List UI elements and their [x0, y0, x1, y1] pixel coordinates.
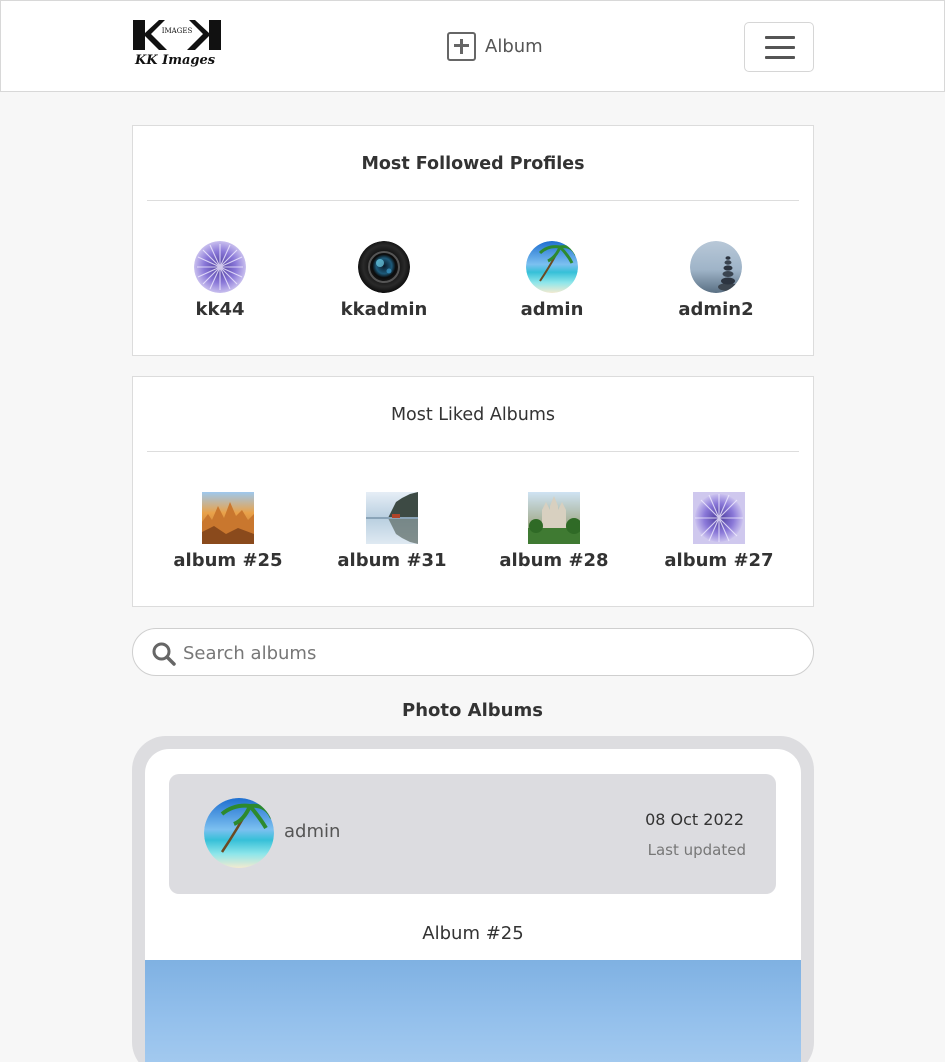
profile-name: admin: [520, 299, 584, 320]
album-name: album #27: [664, 550, 774, 571]
profile-item-kkadmin[interactable]: kkadmin: [314, 241, 454, 320]
avatar: [526, 241, 578, 293]
hamburger-menu-icon: [765, 36, 795, 39]
photo-albums-title: Photo Albums: [402, 700, 543, 721]
last-updated-label: Last updated: [647, 841, 746, 859]
navbar: IMAGES KK Images Album: [0, 0, 945, 92]
profile-name: admin2: [678, 299, 754, 320]
profile-item-admin2[interactable]: admin2: [646, 241, 786, 320]
album-date: 08 Oct 2022: [645, 810, 744, 829]
add-album-button[interactable]: Album: [447, 31, 543, 61]
profile-name: kkadmin: [340, 299, 428, 320]
avatar: [690, 241, 742, 293]
album-thumbnail: [528, 492, 582, 544]
add-album-label: Album: [485, 35, 543, 57]
liked-album-item[interactable]: album #27: [649, 492, 789, 571]
most-followed-title: Most Followed Profiles: [361, 154, 585, 174]
liked-album-item[interactable]: album #31: [322, 492, 462, 571]
album-thumbnail: [202, 492, 254, 544]
avatar[interactable]: [204, 798, 274, 868]
album-thumbnail: [366, 492, 418, 544]
profile-name: kk44: [195, 299, 245, 320]
album-card[interactable]: admin 08 Oct 2022 Last updated Album #25: [145, 749, 801, 1062]
most-liked-title: Most Liked Albums: [390, 405, 556, 425]
profile-item-admin[interactable]: admin: [482, 241, 622, 320]
liked-album-item[interactable]: album #25: [158, 492, 298, 571]
site-logo[interactable]: IMAGES KK Images: [131, 17, 226, 73]
navbar-toggler-button[interactable]: [744, 22, 814, 72]
album-cover-image[interactable]: [145, 960, 801, 1062]
album-name: album #28: [499, 550, 609, 571]
most-followed-profiles-card: Most Followed Profiles kk44 kkadmin admi…: [132, 125, 814, 356]
search-bar: [132, 628, 814, 676]
divider: [147, 200, 799, 201]
hamburger-menu-icon: [765, 56, 795, 59]
avatar: [358, 241, 410, 293]
hamburger-menu-icon: [765, 46, 795, 49]
most-liked-albums-card: Most Liked Albums album #25 album #31 al…: [132, 376, 814, 607]
album-owner-bar: admin 08 Oct 2022 Last updated: [169, 774, 776, 894]
logo-mark-text: IMAGES: [162, 27, 193, 35]
album-owner-name[interactable]: admin: [284, 821, 340, 842]
liked-album-item[interactable]: album #28: [484, 492, 624, 571]
album-name: album #31: [337, 550, 447, 571]
search-icon: [152, 642, 176, 666]
avatar: [194, 241, 246, 293]
album-name: album #25: [173, 550, 283, 571]
album-thumbnail: [693, 492, 745, 544]
search-input[interactable]: [183, 638, 783, 668]
plus-square-icon: [447, 31, 476, 61]
logo-text: KK Images: [135, 53, 216, 68]
profile-item-kk44[interactable]: kk44: [150, 241, 290, 320]
divider: [147, 451, 799, 452]
album-title[interactable]: Album #25: [145, 923, 801, 944]
logo-mark: IMAGES: [133, 20, 221, 50]
